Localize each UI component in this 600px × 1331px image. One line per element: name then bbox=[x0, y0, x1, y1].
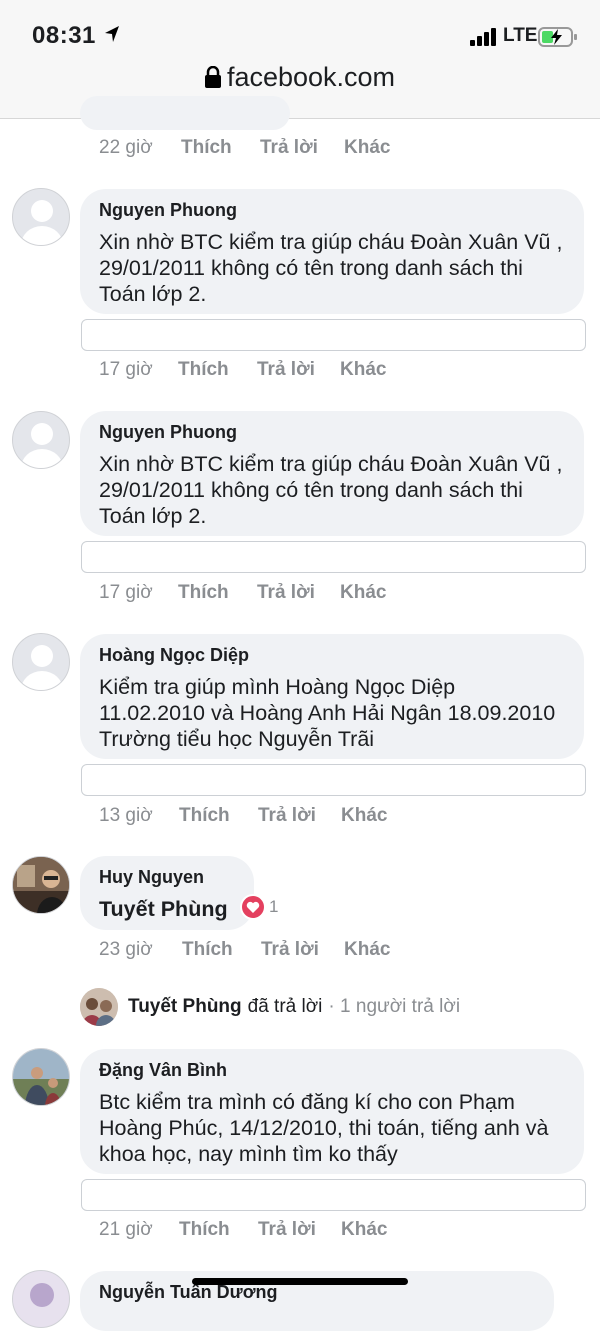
reply-input[interactable] bbox=[81, 541, 586, 573]
reply-button[interactable]: Trả lời bbox=[258, 805, 316, 827]
avatar-photo[interactable] bbox=[12, 856, 70, 914]
avatar-photo[interactable] bbox=[12, 1048, 70, 1106]
user-silhouette-icon bbox=[21, 423, 63, 468]
comment-time: 17 giờ bbox=[99, 582, 153, 603]
reply-button[interactable]: Trả lời bbox=[261, 939, 319, 961]
reply-button[interactable]: Trả lời bbox=[258, 1219, 316, 1241]
comment-author[interactable]: Hoàng Ngọc Diệp bbox=[99, 646, 564, 664]
like-button[interactable]: Thích bbox=[179, 805, 230, 827]
reply-input[interactable] bbox=[81, 764, 586, 796]
network-type: LTE bbox=[503, 25, 538, 46]
avatar-photo[interactable] bbox=[12, 1270, 70, 1328]
comment-text: Xin nhờ BTC kiểm tra giúp cháu Đoàn Xuân… bbox=[99, 230, 563, 306]
view-replies-link[interactable]: Tuyết Phùng đã trả lời · 1 người trả lời bbox=[80, 987, 460, 1027]
comment-author[interactable]: Huy Nguyen bbox=[99, 868, 234, 886]
signal-bars-icon bbox=[470, 28, 496, 46]
like-button[interactable]: Thích bbox=[181, 137, 232, 159]
comment-bubble: Đặng Vân Bình Btc kiểm tra mình có đăng … bbox=[80, 1049, 584, 1174]
user-silhouette-icon bbox=[21, 645, 63, 690]
more-button[interactable]: Khác bbox=[340, 359, 386, 381]
avatar-default[interactable] bbox=[12, 411, 70, 469]
replied-text: đã trả lời bbox=[247, 996, 323, 1017]
reply-input[interactable] bbox=[81, 319, 586, 351]
comment-text: Btc kiểm tra mình có đăng kí cho con Phạ… bbox=[99, 1090, 549, 1166]
comment-text: Kiểm tra giúp mình Hoàng Ngọc Diệp 11.02… bbox=[99, 675, 556, 751]
reaction-count[interactable]: 1 bbox=[240, 894, 278, 920]
comment-author[interactable]: Nguyen Phuong bbox=[99, 423, 564, 441]
reply-button[interactable]: Trả lời bbox=[257, 359, 315, 381]
more-button[interactable]: Khác bbox=[341, 805, 387, 827]
avatar-default[interactable] bbox=[12, 633, 70, 691]
mention-tag[interactable]: Tuyết Phùng bbox=[99, 896, 234, 922]
like-button[interactable]: Thích bbox=[178, 359, 229, 381]
user-silhouette-icon bbox=[21, 200, 63, 245]
people-photo-icon bbox=[80, 988, 118, 1026]
reaction-number: 1 bbox=[269, 897, 279, 916]
like-button[interactable]: Thích bbox=[179, 1219, 230, 1241]
like-button[interactable]: Thích bbox=[178, 582, 229, 604]
reply-button[interactable]: Trả lời bbox=[260, 137, 318, 159]
like-button[interactable]: Thích bbox=[182, 939, 233, 961]
battery-charging-icon bbox=[538, 27, 577, 47]
comment-text: Xin nhờ BTC kiểm tra giúp cháu Đoàn Xuân… bbox=[99, 452, 563, 528]
comment-bubble: Nguyen Phuong Xin nhờ BTC kiểm tra giúp … bbox=[80, 411, 584, 536]
comment-bubble: Hoàng Ngọc Diệp Kiểm tra giúp mình Hoàng… bbox=[80, 634, 584, 759]
comment-bubble: Nguyen Phuong Xin nhờ BTC kiểm tra giúp … bbox=[80, 189, 584, 314]
comment-author[interactable]: Nguyen Phuong bbox=[99, 201, 564, 219]
location-arrow-icon bbox=[105, 26, 119, 42]
url-text: facebook.com bbox=[226, 62, 396, 92]
comment-time: 13 giờ bbox=[99, 805, 153, 826]
more-button[interactable]: Khác bbox=[344, 137, 390, 159]
comment-time: 22 giờ bbox=[99, 137, 153, 158]
avatar-default[interactable] bbox=[12, 188, 70, 246]
love-reaction-icon bbox=[240, 894, 266, 920]
comment-bubble-partial bbox=[80, 96, 290, 130]
person-photo-icon bbox=[13, 857, 69, 913]
comment-time: 17 giờ bbox=[99, 359, 153, 380]
comment-author[interactable]: Nguyễn Tuấn Dương bbox=[99, 1283, 534, 1301]
person-photo-icon bbox=[13, 1049, 69, 1105]
home-indicator[interactable] bbox=[192, 1278, 408, 1285]
comment-author[interactable]: Đặng Vân Bình bbox=[99, 1061, 564, 1079]
comment-time: 21 giờ bbox=[99, 1219, 153, 1240]
comment-bubble: Huy Nguyen Tuyết Phùng bbox=[80, 856, 254, 930]
reply-input[interactable] bbox=[81, 1179, 586, 1211]
replier-name: Tuyết Phùng bbox=[128, 996, 242, 1017]
comment-time: 23 giờ bbox=[99, 939, 153, 960]
reply-button[interactable]: Trả lời bbox=[257, 582, 315, 604]
more-button[interactable]: Khác bbox=[340, 582, 386, 604]
replies-count: · 1 người trả lời bbox=[328, 996, 461, 1017]
address-bar[interactable]: facebook.com bbox=[0, 62, 600, 93]
status-time: 08:31 bbox=[32, 22, 96, 49]
replier-avatar bbox=[80, 988, 118, 1026]
lock-icon bbox=[204, 66, 221, 88]
more-button[interactable]: Khác bbox=[341, 1219, 387, 1241]
more-button[interactable]: Khác bbox=[344, 939, 390, 961]
